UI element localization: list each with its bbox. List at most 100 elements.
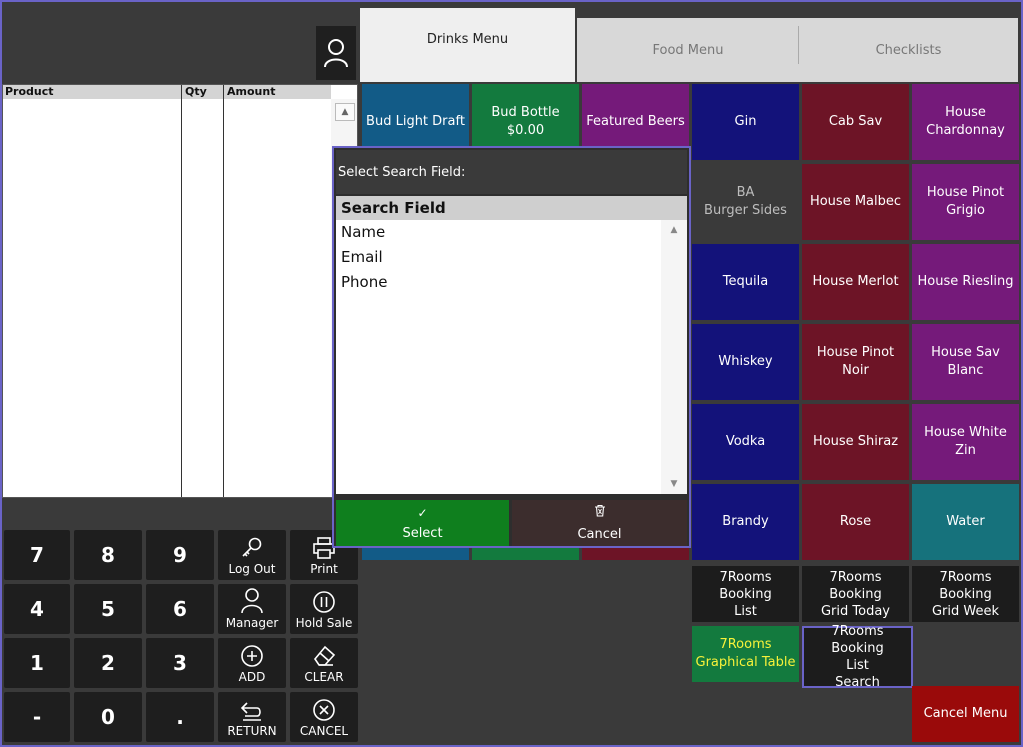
house-pinot-grigio-tile[interactable]: House Pinot Grigio [912,164,1019,240]
cab-sav-tile[interactable]: Cab Sav [802,84,909,160]
tab-drinks-menu[interactable]: Drinks Menu [360,8,575,82]
column-divider [223,85,224,497]
ba-burger-sides-tile[interactable]: BA Burger Sides [692,164,799,240]
scroll-up-arrow-icon[interactable]: ▲ [335,103,355,121]
person-icon [240,588,264,614]
search-field-option-phone[interactable]: Phone [341,273,387,291]
clear-label: CLEAR [304,670,344,684]
print-label: Print [310,562,338,576]
search-field-option-name[interactable]: Name [341,223,385,241]
cancel-label: Cancel [577,527,622,542]
tile-label: Booking [719,586,772,602]
tile-label: House Pinot [816,345,895,360]
tile-label: Tequila [722,274,769,289]
house-shiraz-tile[interactable]: House Shiraz [802,404,909,480]
tile-label: Burger Sides [704,203,787,218]
key-5[interactable]: 5 [74,584,142,634]
return-button[interactable]: RETURN [218,692,286,742]
water-tile[interactable]: Water [912,484,1019,560]
tile-label: Graphical Table [695,655,796,670]
key-3[interactable]: 3 [146,638,214,688]
x-circle-icon [312,696,336,722]
7rooms-booking-list-tile[interactable]: 7Rooms Booking List [692,566,799,622]
manager-button[interactable]: Manager [218,584,286,634]
7rooms-booking-list-search-tile[interactable]: 7Rooms Booking List Search [802,624,913,690]
add-button[interactable]: ADD [218,638,286,688]
tile-label: 7Rooms [939,569,992,585]
dialog-scrollbar[interactable]: ▲ ▼ [661,220,687,494]
key-dot[interactable]: . [146,692,214,742]
7rooms-graphical-table-tile[interactable]: 7Rooms Graphical Table [692,626,799,682]
house-sav-blanc-tile[interactable]: House Sav Blanc [912,324,1019,400]
tile-label: House [945,105,986,120]
return-label: RETURN [227,724,277,738]
tile-label: House Sav Blanc [931,345,1000,378]
house-pinot-noir-tile[interactable]: House Pinot Noir [802,324,909,400]
tile-label: Zin [955,443,976,458]
gin-tile[interactable]: Gin [692,84,799,160]
tile-label: Search [835,675,880,690]
key-0[interactable]: 0 [74,692,142,742]
column-amount: Amount [227,85,276,98]
tile-label: Chardonnay [926,123,1005,138]
tile-label: 7Rooms [719,637,772,652]
tab-separator [798,26,799,64]
checkmark-icon: ✓ [417,505,428,520]
tile-label: Whiskey [718,354,773,369]
tile-label: Booking [939,586,992,602]
tile-label: Bud Bottle [491,105,560,120]
whiskey-tile[interactable]: Whiskey [692,324,799,400]
7rooms-booking-grid-today-tile[interactable]: 7Rooms Booking Grid Today [802,566,909,622]
tequila-tile[interactable]: Tequila [692,244,799,320]
search-field-header: Search Field [336,196,687,220]
tile-label: Cancel Menu [923,706,1008,721]
scroll-down-arrow-icon[interactable]: ▼ [665,476,683,492]
cancel-menu-tile[interactable]: Cancel Menu [912,686,1019,742]
house-malbec-tile[interactable]: House Malbec [802,164,909,240]
rose-tile[interactable]: Rose [802,484,909,560]
clear-button[interactable]: CLEAR [290,638,358,688]
header-area [2,2,360,82]
tile-label: Grid Week [931,603,1000,619]
tile-label: House Merlot [812,274,899,289]
dialog-title: Select Search Field: [336,150,687,194]
tile-label: Water [946,514,985,529]
dialog-cancel-button[interactable]: Cancel [512,500,687,546]
select-button[interactable]: ✓ Select [336,500,509,546]
key-8[interactable]: 8 [74,530,142,580]
pause-icon [312,588,336,614]
user-icon [324,39,348,68]
key-4[interactable]: 4 [4,584,70,634]
house-merlot-tile[interactable]: House Merlot [802,244,909,320]
tile-label: Featured Beers [586,114,685,129]
select-search-field-dialog: Select Search Field: Search Field Name E… [332,146,691,548]
tile-fragment [582,546,689,560]
hold-sale-button[interactable]: Hold Sale [290,584,358,634]
tab-food-menu[interactable]: Food Menu [577,18,799,82]
search-field-list[interactable]: Search Field Name Email Phone ▲ ▼ [336,196,687,494]
house-chardonnay-tile[interactable]: House Chardonnay [912,84,1019,160]
key-9[interactable]: 9 [146,530,214,580]
house-white-zin-tile[interactable]: House White Zin [912,404,1019,480]
tab-checklists[interactable]: Checklists [799,18,1018,82]
add-label: ADD [238,670,266,684]
tile-price: $0.00 [506,123,545,138]
vodka-tile[interactable]: Vodka [692,404,799,480]
column-qty: Qty [185,85,207,98]
7rooms-booking-grid-week-tile[interactable]: 7Rooms Booking Grid Week [912,566,1019,622]
key-2[interactable]: 2 [74,638,142,688]
search-field-option-email[interactable]: Email [341,248,383,266]
key-7[interactable]: 7 [4,530,70,580]
order-list[interactable]: Product Qty Amount ▲ [2,84,358,498]
house-riesling-tile[interactable]: House Riesling [912,244,1019,320]
scroll-up-arrow-icon[interactable]: ▲ [665,222,683,238]
tile-label: Noir [842,363,869,378]
brandy-tile[interactable]: Brandy [692,484,799,560]
tile-label: Rose [839,514,872,529]
cancel-button[interactable]: CANCEL [290,692,358,742]
key-minus[interactable]: - [4,692,70,742]
key-1[interactable]: 1 [4,638,70,688]
user-button[interactable] [316,26,356,80]
key-6[interactable]: 6 [146,584,214,634]
logout-button[interactable]: Log Out [218,530,286,580]
